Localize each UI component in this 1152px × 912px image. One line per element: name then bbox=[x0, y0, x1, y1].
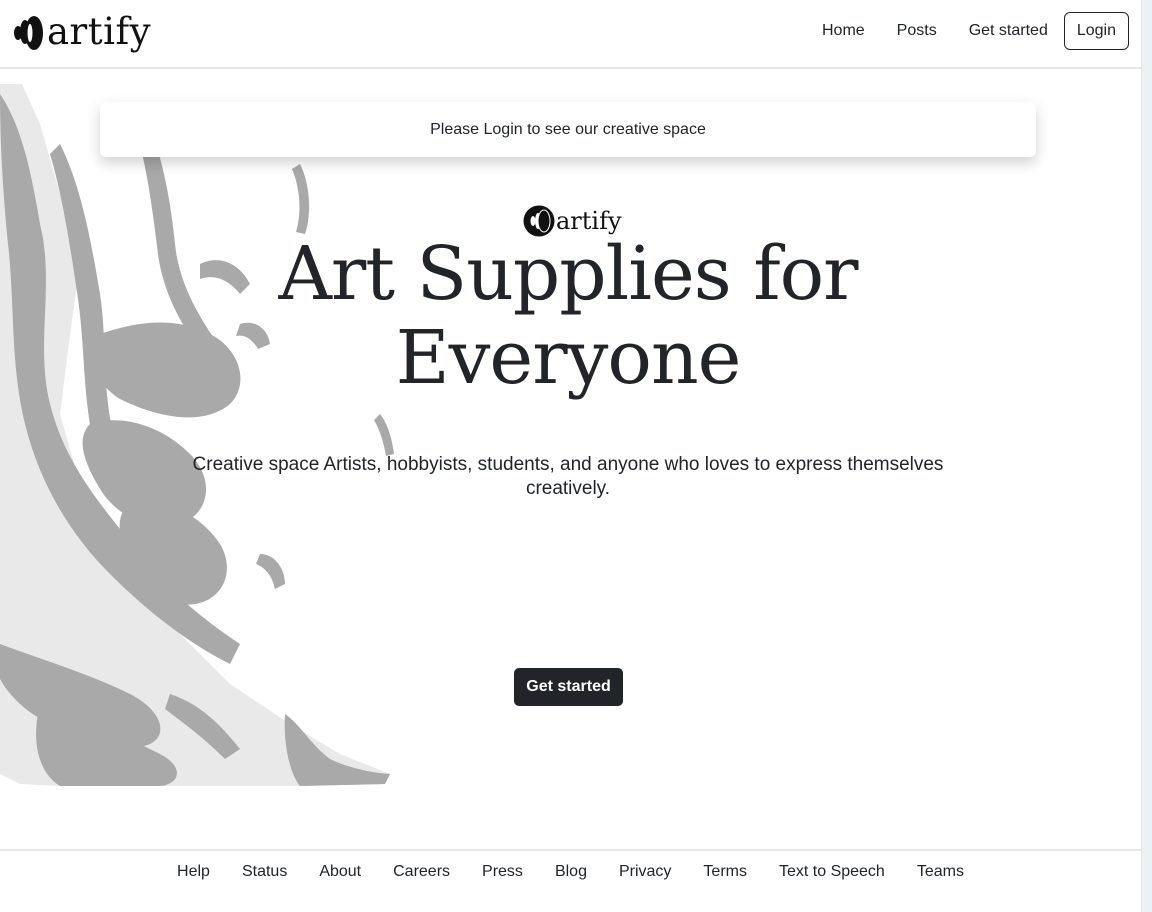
footer-link-help[interactable]: Help bbox=[161, 861, 226, 883]
footer-link-privacy[interactable]: Privacy bbox=[603, 861, 687, 883]
footer-link-teams[interactable]: Teams bbox=[901, 861, 980, 883]
login-alert-text: Please Login to see our creative space bbox=[430, 120, 706, 138]
page-scrollbar[interactable] bbox=[1141, 0, 1152, 912]
footer-link-blog[interactable]: Blog bbox=[539, 861, 603, 883]
brand-name: artify bbox=[47, 10, 152, 53]
login-alert: Please Login to see our creative space bbox=[100, 102, 1036, 157]
page: artify Home Posts Get started Login Plea… bbox=[0, 0, 1141, 912]
footer-link-press[interactable]: Press bbox=[466, 861, 539, 883]
navbar: artify Home Posts Get started Login bbox=[0, 0, 1141, 69]
footer-links: Help Status About Careers Press Blog Pri… bbox=[0, 861, 1141, 883]
footer-link-careers[interactable]: Careers bbox=[377, 861, 466, 883]
get-started-button[interactable]: Get started bbox=[514, 668, 623, 706]
hero-title: Art Supplies for Everyone bbox=[200, 232, 936, 400]
nav-get-started-link[interactable]: Get started bbox=[953, 12, 1064, 50]
nav-home-link[interactable]: Home bbox=[806, 12, 881, 50]
footer: Help Status About Careers Press Blog Pri… bbox=[0, 849, 1141, 912]
login-button[interactable]: Login bbox=[1063, 12, 1129, 50]
footer-link-text-to-speech[interactable]: Text to Speech bbox=[763, 861, 901, 883]
hero-title-line-2: Everyone bbox=[395, 315, 742, 401]
hero-subtitle: Creative space Artists, hobbyists, stude… bbox=[192, 454, 944, 499]
footer-link-status[interactable]: Status bbox=[226, 861, 303, 883]
footer-link-terms[interactable]: Terms bbox=[687, 861, 763, 883]
nav-posts-link[interactable]: Posts bbox=[881, 12, 953, 50]
hero-title-line-1: Art Supplies for bbox=[278, 231, 858, 317]
brand-logo-link[interactable]: artify bbox=[8, 8, 151, 56]
artify-logo-icon bbox=[14, 16, 43, 50]
nav-links: Home Posts Get started Login bbox=[806, 12, 1129, 50]
footer-link-about[interactable]: About bbox=[303, 861, 377, 883]
paint-splatter-illustration bbox=[0, 84, 394, 786]
